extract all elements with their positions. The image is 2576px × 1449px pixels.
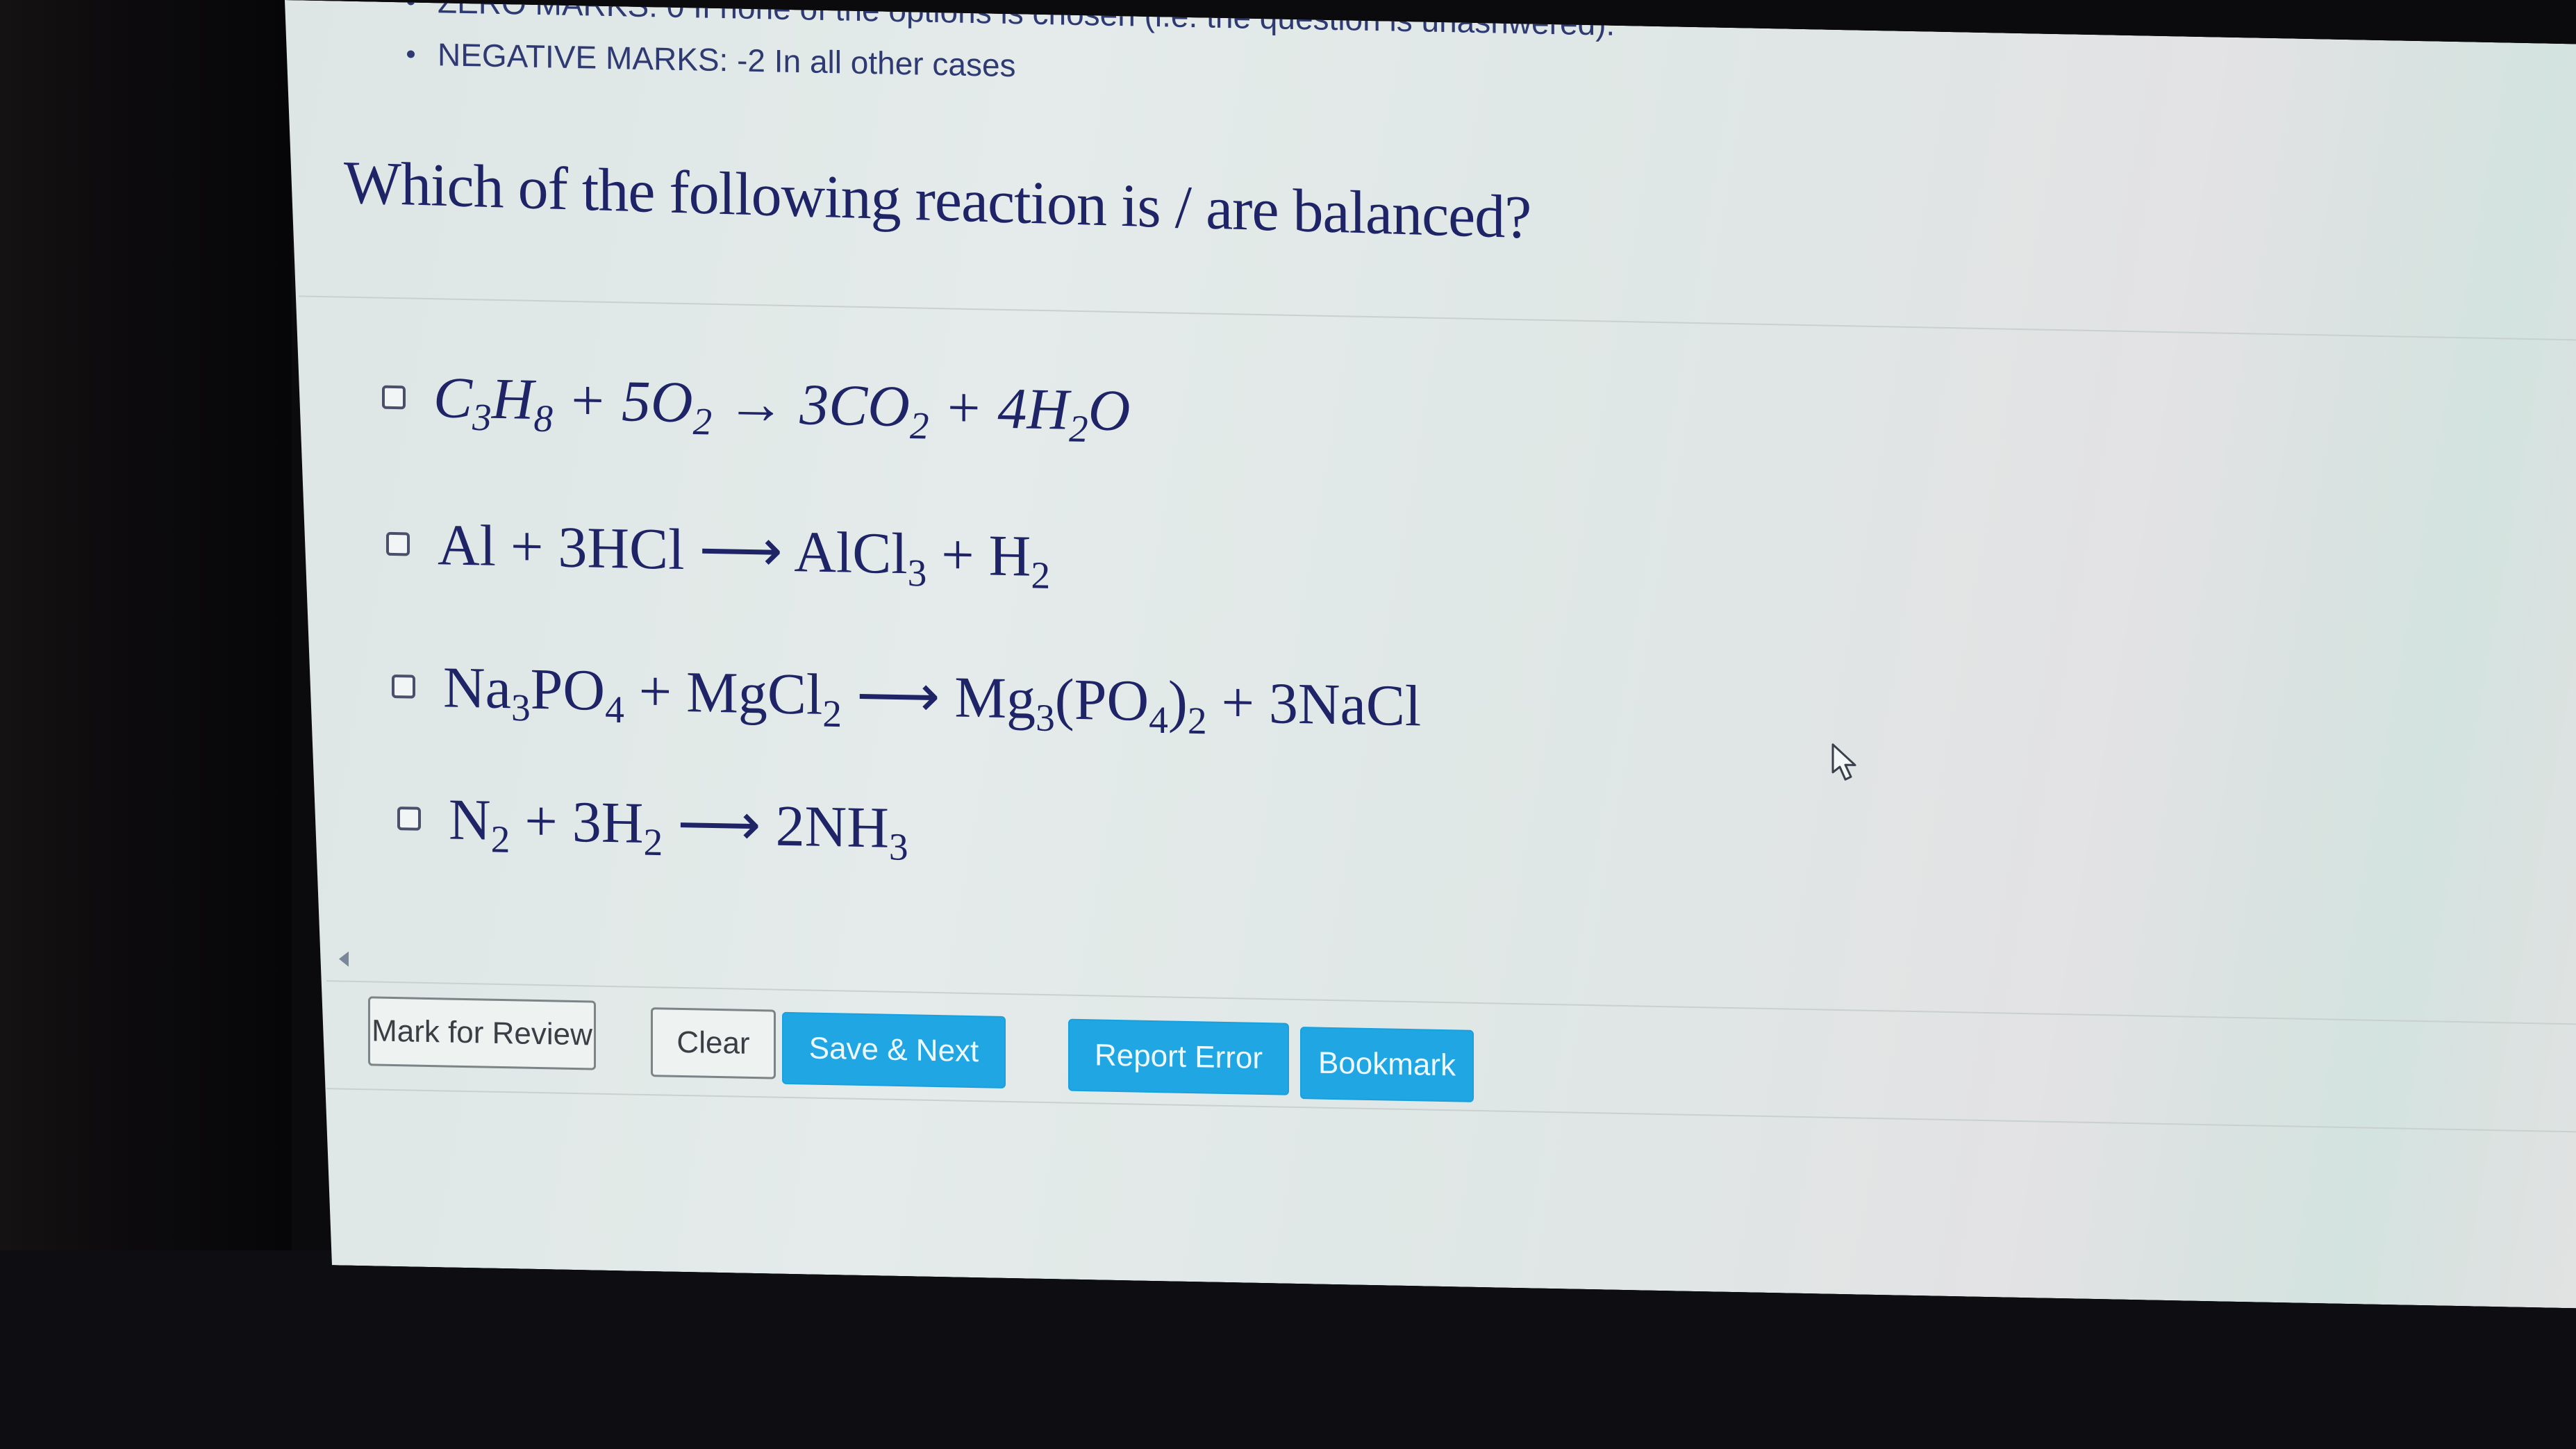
checkbox-empty-icon[interactable] xyxy=(392,674,415,698)
formula-subscript: 4 xyxy=(605,688,624,731)
scroll-left-arrow-icon[interactable] xyxy=(339,951,349,966)
formula-subscript: 3 xyxy=(907,551,927,595)
formula-subscript: 2 xyxy=(1187,699,1207,743)
formula-text: PO xyxy=(530,656,606,723)
formula-text: + 5O xyxy=(553,367,693,436)
formula-text: ) xyxy=(1167,669,1188,734)
formula-text: ⟶ 2NH xyxy=(663,791,889,861)
monitor-bezel-left xyxy=(0,0,292,1449)
formula-subscript: 3 xyxy=(510,686,531,729)
option-b-formula: Al + 3HCl ⟶ AlCl3 + H2 xyxy=(438,510,1050,590)
option-d[interactable]: N2 + 3H2 ⟶ 2NH3 xyxy=(397,784,908,862)
formula-subscript: 4 xyxy=(1149,698,1168,742)
question-divider xyxy=(299,295,2576,340)
formula-text: C xyxy=(433,365,473,431)
formula-subscript: 2 xyxy=(692,400,713,443)
formula-subscript: 3 xyxy=(888,825,908,868)
option-b[interactable]: Al + 3HCl ⟶ AlCl3 + H2 xyxy=(386,509,1050,590)
option-c[interactable]: Na3PO4 + MgCl2 ⟶ Mg3(PO4)2 + 3NaCl xyxy=(392,652,1421,740)
question-text: Which of the following reaction is / are… xyxy=(344,149,1531,252)
option-a[interactable]: C3H8 + 5O2 → 3CO2 + 4H2O xyxy=(382,363,1130,445)
formula-text: Na xyxy=(443,655,511,722)
report-error-button[interactable]: Report Error xyxy=(1068,1019,1289,1095)
formula-text: Al + 3HCl ⟶ AlCl xyxy=(438,513,908,587)
bookmark-button[interactable]: Bookmark xyxy=(1300,1027,1474,1102)
checkbox-empty-icon[interactable] xyxy=(386,531,410,556)
formula-subscript: 2 xyxy=(1031,554,1051,597)
formula-subscript: 2 xyxy=(909,404,929,447)
checkbox-empty-icon[interactable] xyxy=(397,806,421,831)
formula-text: → 3CO xyxy=(712,370,910,440)
formula-subscript: 3 xyxy=(472,395,492,439)
formula-subscript: 3 xyxy=(1036,696,1055,740)
save-next-button[interactable]: Save & Next xyxy=(782,1012,1006,1088)
checkbox-empty-icon[interactable] xyxy=(382,385,406,409)
option-a-formula: C3H8 + 5O2 → 3CO2 + 4H2O xyxy=(433,364,1130,445)
formula-text: ⟶ Mg xyxy=(841,663,1036,731)
formula-subscript: 2 xyxy=(490,818,510,861)
mouse-pointer-icon xyxy=(1830,742,1861,784)
formula-subscript: 2 xyxy=(643,820,663,864)
exam-screen: ZERO MARKS: 0 If none of the options is … xyxy=(285,0,2576,1309)
formula-text: + H xyxy=(926,522,1031,589)
mark-for-review-button[interactable]: Mark for Review xyxy=(368,996,596,1070)
marking-scheme-list: ZERO MARKS: 0 If none of the options is … xyxy=(396,0,1615,104)
formula-text: + 3H xyxy=(510,788,644,856)
formula-text: O xyxy=(1088,378,1131,444)
formula-text: N xyxy=(449,787,491,853)
formula-text: H xyxy=(491,366,534,432)
clear-button[interactable]: Clear xyxy=(651,1007,776,1079)
formula-text: + MgCl xyxy=(624,659,823,727)
formula-text: (PO xyxy=(1054,667,1149,734)
formula-subscript: 2 xyxy=(1069,407,1088,450)
option-c-formula: Na3PO4 + MgCl2 ⟶ Mg3(PO4)2 + 3NaCl xyxy=(443,652,1421,740)
formula-subscript: 2 xyxy=(822,692,842,736)
formula-text: + 3NaCl xyxy=(1206,670,1422,739)
option-d-formula: N2 + 3H2 ⟶ 2NH3 xyxy=(449,785,908,863)
formula-text: + 4H xyxy=(929,374,1069,442)
formula-subscript: 8 xyxy=(533,397,554,440)
